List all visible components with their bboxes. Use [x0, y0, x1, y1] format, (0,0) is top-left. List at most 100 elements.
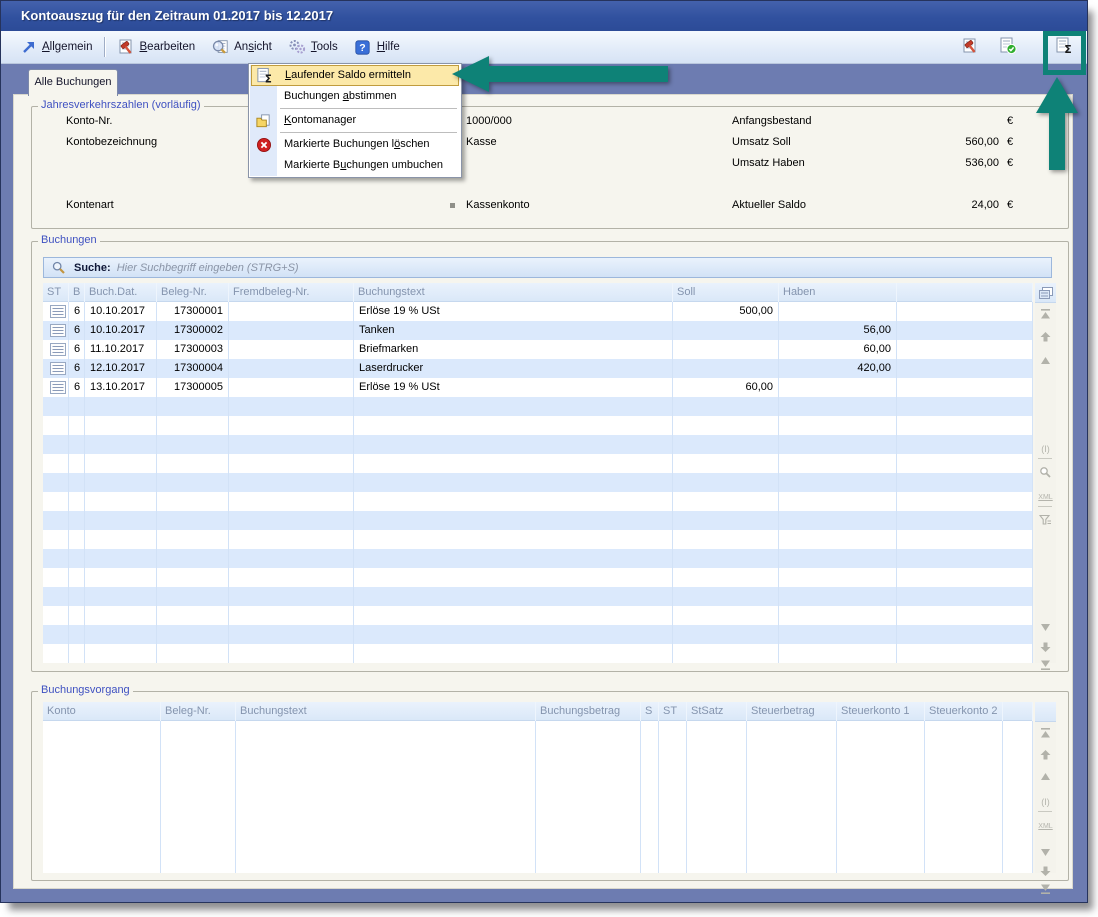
scroll-to-top-icon[interactable] — [1035, 307, 1056, 321]
column-header-stsatz[interactable]: StSatz — [687, 702, 747, 721]
empty-table-row[interactable] — [43, 416, 1033, 435]
zoom-row-icon[interactable] — [1035, 465, 1056, 479]
cell — [687, 721, 747, 740]
xml-export-icon[interactable]: XML — [1035, 490, 1056, 504]
empty-table-row[interactable] — [43, 740, 1033, 759]
cell — [1003, 778, 1033, 797]
empty-table-row[interactable] — [43, 606, 1033, 625]
scroll-up-icon[interactable] — [1035, 354, 1056, 368]
cell — [229, 359, 354, 378]
empty-table-row[interactable] — [43, 797, 1033, 816]
scroll-up-icon[interactable] — [1035, 770, 1056, 784]
scroll-down-icon[interactable] — [1035, 620, 1056, 634]
svg-text:Σ: Σ — [265, 73, 272, 84]
empty-table-row[interactable] — [43, 854, 1033, 873]
cell: 6 — [69, 302, 85, 321]
cell — [229, 587, 354, 606]
empty-table-row[interactable] — [43, 816, 1033, 835]
cell — [43, 416, 69, 435]
scroll-down-fast-icon[interactable] — [1035, 864, 1056, 878]
cell — [69, 568, 85, 587]
empty-table-row[interactable] — [43, 530, 1033, 549]
filter-icon[interactable] — [1035, 513, 1056, 527]
column-header-steuerbetrag[interactable]: Steuerbetrag — [747, 702, 837, 721]
menu-tools[interactable]: Tools — [280, 35, 346, 59]
empty-table-row[interactable] — [43, 644, 1033, 663]
table-row[interactable]: 612.10.201717300004Laserdrucker420,00 — [43, 359, 1033, 378]
column-header-b[interactable]: B — [69, 283, 85, 302]
section-buchungen: Buchungen Suche: Hier Suchbegriff eingeb… — [31, 241, 1069, 672]
empty-table-row[interactable] — [43, 721, 1033, 740]
scroll-down-icon[interactable] — [1035, 845, 1056, 859]
scroll-up-fast-icon[interactable] — [1035, 748, 1056, 762]
xml-export-icon[interactable]: XML — [1035, 819, 1056, 833]
cell — [229, 321, 354, 340]
column-header-konto[interactable]: Konto — [43, 702, 161, 721]
empty-table-row[interactable] — [43, 587, 1033, 606]
edit-hammer-icon — [117, 39, 135, 56]
cell — [157, 644, 229, 663]
empty-table-row[interactable] — [43, 473, 1033, 492]
menu-bearbeiten[interactable]: Bearbeiten — [109, 35, 204, 59]
column-header-beleg-nr-[interactable]: Beleg-Nr. — [161, 702, 236, 721]
search-input[interactable]: Hier Suchbegriff eingeben (STRG+S) — [117, 262, 299, 274]
empty-table-row[interactable] — [43, 397, 1033, 416]
column-header-buchungstext[interactable]: Buchungstext — [236, 702, 536, 721]
empty-table-row[interactable] — [43, 454, 1033, 473]
menu-hilfe[interactable]: ?Hilfe — [346, 35, 408, 59]
column-header-s[interactable]: S — [641, 702, 659, 721]
table-row[interactable]: 611.10.201717300003Briefmarken60,00 — [43, 340, 1033, 359]
column-header-filler — [897, 283, 1033, 302]
search-bar[interactable]: Suche: Hier Suchbegriff eingeben (STRG+S… — [43, 257, 1052, 278]
empty-table-row[interactable] — [43, 511, 1033, 530]
edit-hammer-button[interactable] — [957, 34, 983, 60]
column-header-buchungsbetrag[interactable]: Buchungsbetrag — [536, 702, 641, 721]
table-row[interactable]: 610.10.201717300002Tanken56,00 — [43, 321, 1033, 340]
empty-table-row[interactable] — [43, 492, 1033, 511]
row-indicator-icon[interactable]: (I) — [1035, 442, 1056, 456]
doc-check-button[interactable] — [995, 34, 1021, 60]
scroll-down-fast-icon[interactable] — [1035, 640, 1056, 654]
cell — [659, 816, 687, 835]
menu-item-buchungen-abstimmen[interactable]: Buchungen abstimmen — [250, 86, 460, 107]
menu-item-kontomanager[interactable]: Kontomanager — [250, 110, 460, 131]
scroll-to-bottom-icon[interactable] — [1035, 882, 1056, 896]
menu-item-markierte-buchungen-umbuchen[interactable]: Markierte Buchungen umbuchen — [250, 155, 460, 176]
empty-table-row[interactable] — [43, 778, 1033, 797]
empty-table-row[interactable] — [43, 568, 1033, 587]
column-header-st[interactable]: ST — [43, 283, 69, 302]
column-header-haben[interactable]: Haben — [779, 283, 897, 302]
column-header-soll[interactable]: Soll — [673, 283, 779, 302]
window-titlebar[interactable]: Kontoauszug für den Zeitraum 01.2017 bis… — [1, 1, 1087, 31]
menu-item-laufender-saldo-ermitteln[interactable]: ΣLaufender Saldo ermitteln — [251, 65, 459, 86]
empty-table-row[interactable] — [43, 835, 1033, 854]
menu-allgemein[interactable]: Allgemein — [11, 35, 101, 59]
scroll-to-top-icon[interactable] — [1035, 726, 1056, 740]
search-label: Suche: — [74, 262, 111, 274]
empty-table-row[interactable] — [43, 549, 1033, 568]
scroll-up-fast-icon[interactable] — [1035, 330, 1056, 344]
cell — [85, 435, 157, 454]
cell — [925, 816, 1003, 835]
empty-table-row[interactable] — [43, 625, 1033, 644]
column-header-steuerkonto-1[interactable]: Steuerkonto 1 — [837, 702, 925, 721]
column-header-st[interactable]: ST — [659, 702, 687, 721]
cell — [85, 416, 157, 435]
column-chooser-button[interactable] — [1035, 283, 1056, 303]
menu-item-markierte-buchungen-löschen[interactable]: Markierte Buchungen löschen — [250, 134, 460, 155]
column-header-steuerkonto-2[interactable]: Steuerkonto 2 — [925, 702, 1003, 721]
table-row[interactable]: 610.10.201717300001Erlöse 19 % USt500,00 — [43, 302, 1033, 321]
column-header-beleg-nr-[interactable]: Beleg-Nr. — [157, 283, 229, 302]
column-header-buchungstext[interactable]: Buchungstext — [354, 283, 673, 302]
empty-table-row[interactable] — [43, 435, 1033, 454]
tab-alle-buchungen[interactable]: Alle Buchungen — [28, 69, 118, 96]
table-row[interactable]: 613.10.201717300005Erlöse 19 % USt60,00 — [43, 378, 1033, 397]
cell — [354, 473, 673, 492]
column-header-fremdbeleg-nr-[interactable]: Fremdbeleg-Nr. — [229, 283, 354, 302]
cell — [673, 568, 779, 587]
column-header-buch-dat-[interactable]: Buch.Dat. — [85, 283, 157, 302]
menu-ansicht[interactable]: Ansicht — [203, 35, 280, 59]
empty-table-row[interactable] — [43, 759, 1033, 778]
row-indicator-icon[interactable]: (I) — [1035, 795, 1056, 809]
scroll-to-bottom-icon[interactable] — [1035, 658, 1056, 672]
